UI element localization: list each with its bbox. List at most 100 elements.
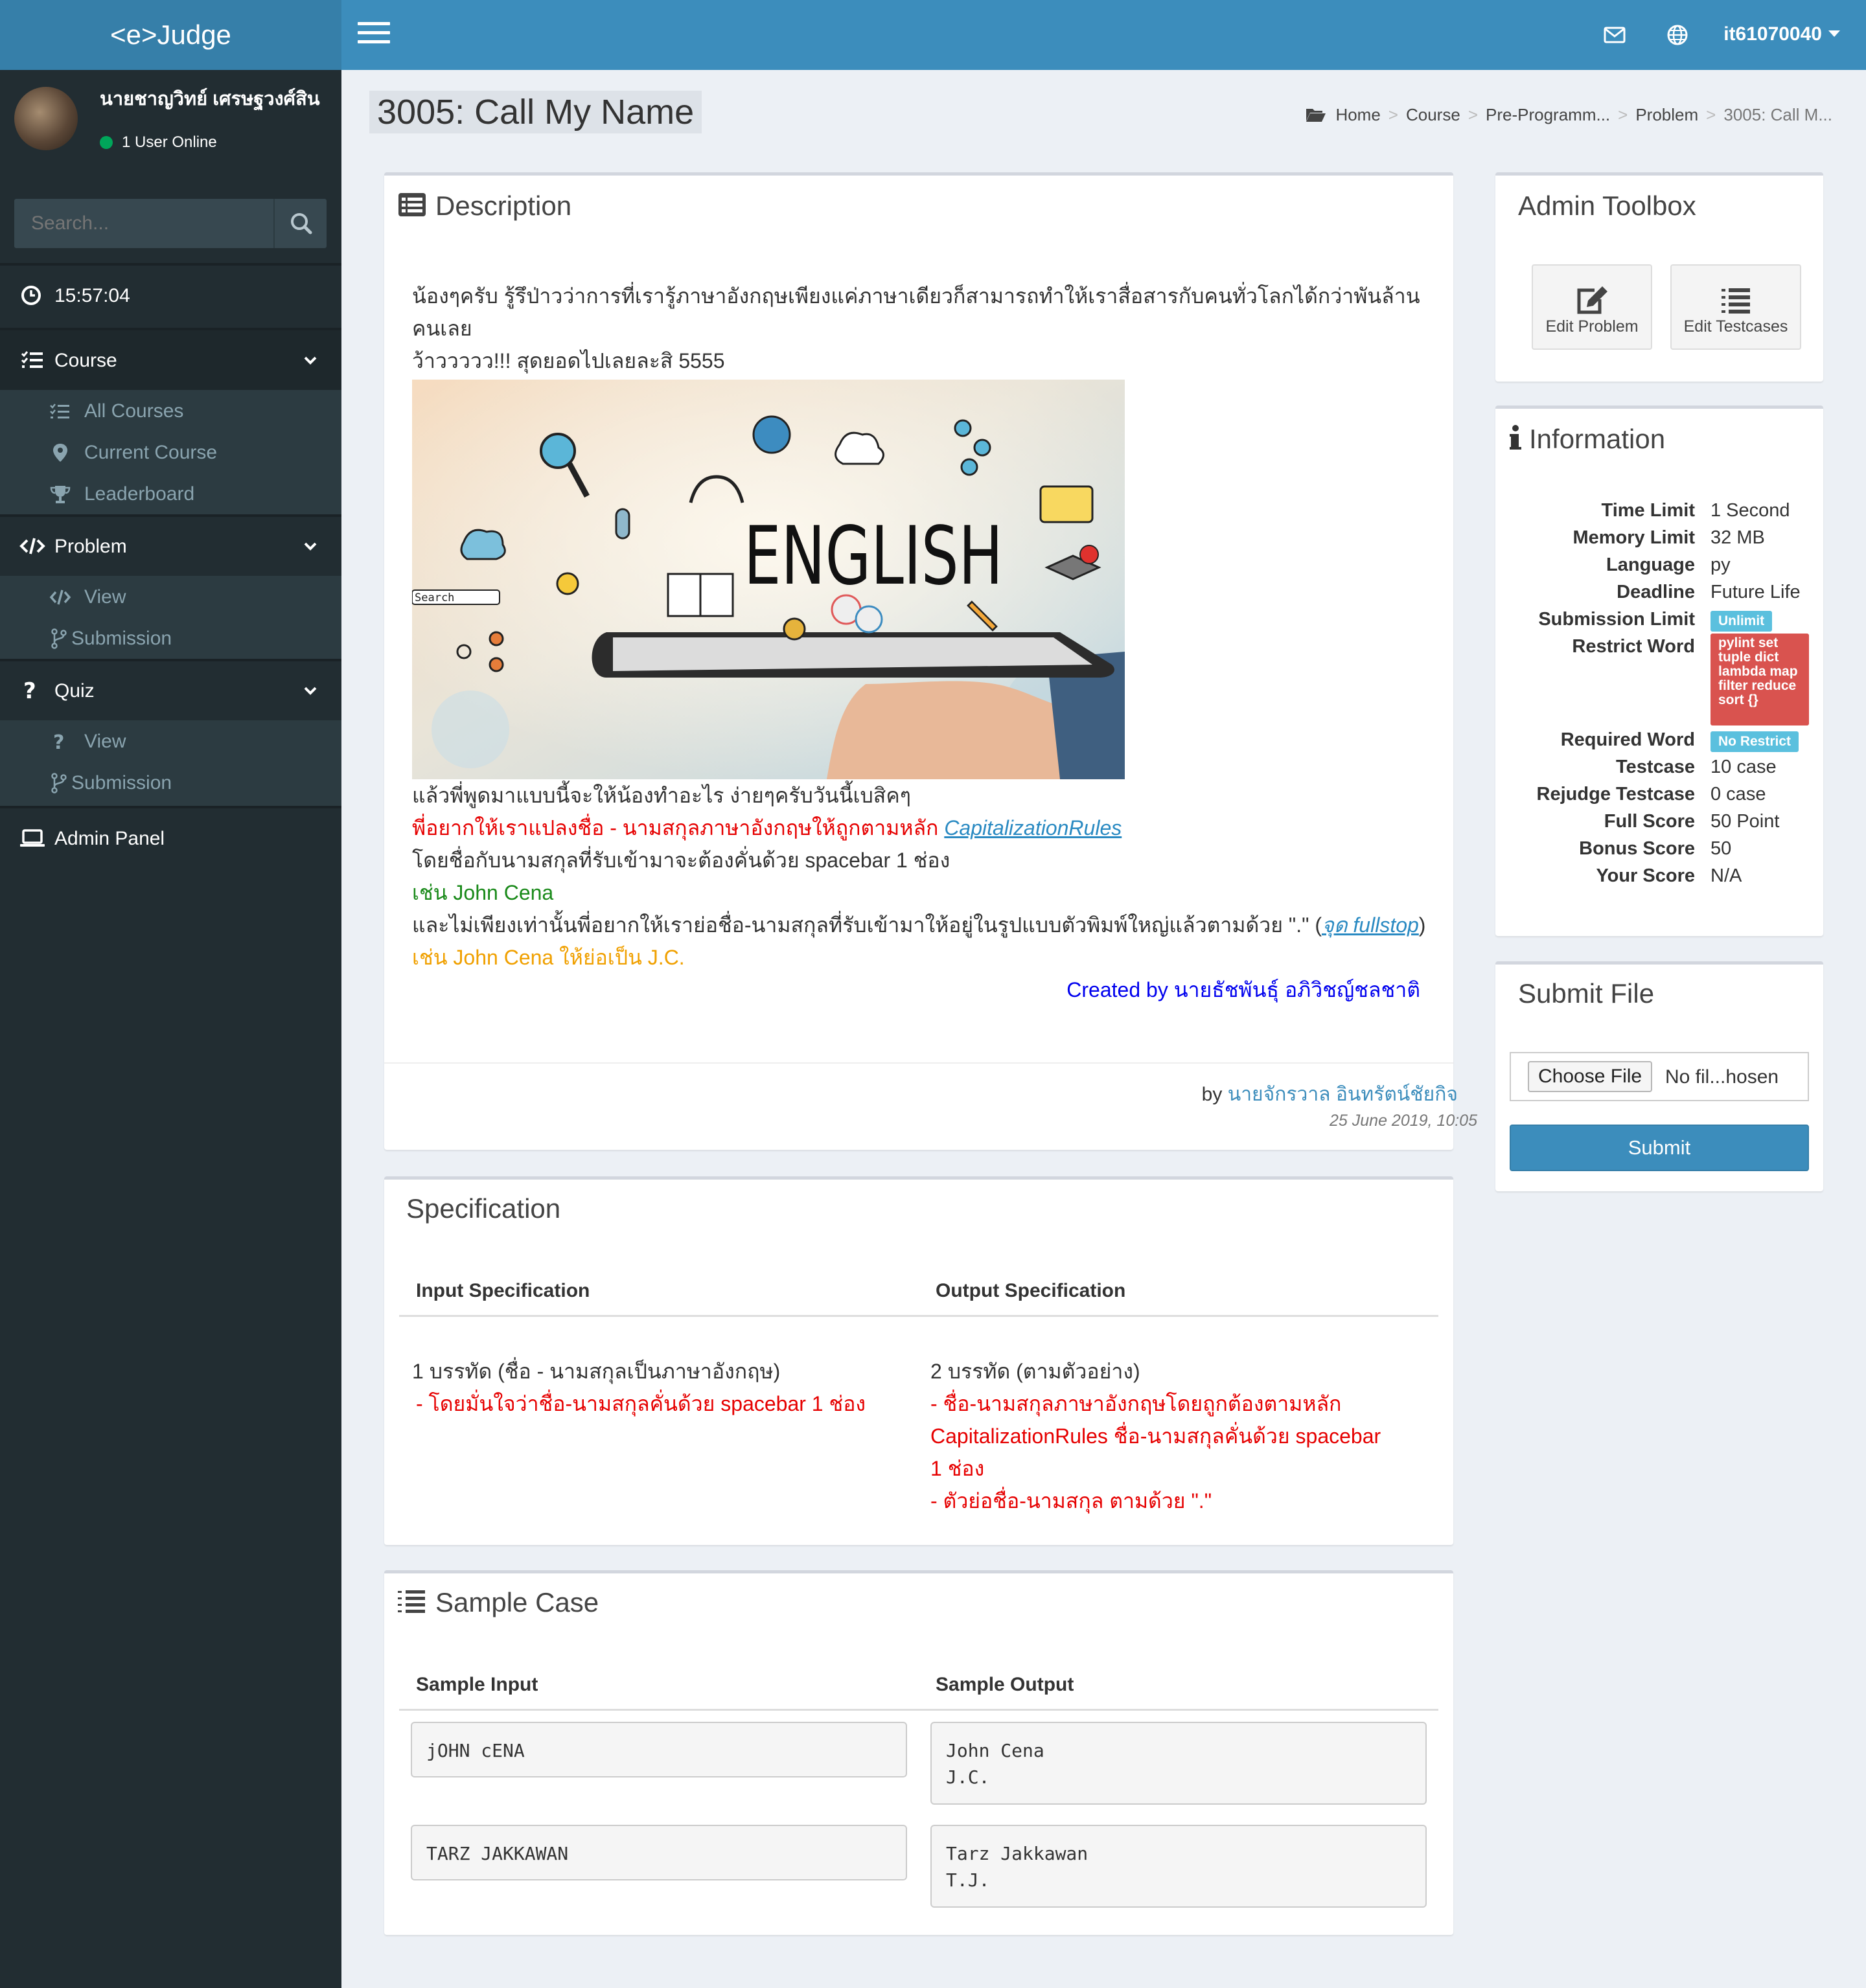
submit-button[interactable]: Submit (1510, 1125, 1809, 1171)
brand-logo[interactable]: <e>Judge (0, 0, 341, 70)
list-ol-icon (1722, 288, 1750, 314)
output-spec-line: 2 บรรทัด (ตามตัวอย่าง) (930, 1360, 1140, 1383)
sidebar-toggle-button[interactable] (358, 22, 390, 48)
info-label: Bonus Score (1579, 838, 1695, 859)
intro-exclaim: ว้าววววว!!! สุดยอดไปเลยละสิ 5555 (412, 349, 725, 372)
info-value: 1 Second (1710, 500, 1790, 521)
online-dot-icon (100, 136, 113, 149)
sidebar-item-course[interactable]: Course (0, 330, 341, 390)
breadcrumb-course[interactable]: Course (1406, 105, 1460, 124)
description-title-text: Description (435, 190, 572, 221)
sidebar-item-quiz-view[interactable]: ? View (0, 720, 341, 762)
sidebar-item-label: Submission (71, 628, 172, 649)
info-label: Required Word (1560, 729, 1695, 750)
info-value: Unlimit (1710, 609, 1773, 632)
info-full-score: Full Score 50 Point (1516, 811, 1840, 838)
sample-output-1[interactable]: John Cena J.C. (930, 1722, 1427, 1805)
sample-output-2[interactable]: Tarz Jakkawan T.J. (930, 1825, 1427, 1908)
sample-input-1[interactable]: jOHN cENA (411, 1722, 907, 1777)
search-input[interactable] (14, 199, 273, 248)
sidebar-item-label: Leaderboard (84, 483, 195, 505)
info-value: N/A (1710, 865, 1742, 886)
quiz-submenu: ? View Submission (0, 720, 341, 806)
chevron-down-icon (304, 687, 317, 695)
sidebar-item-problem-view[interactable]: View (0, 576, 341, 617)
problem-submenu: View Submission (0, 576, 341, 659)
capitalization-rules-link[interactable]: CapitalizationRules (944, 816, 1122, 840)
sample-input-2[interactable]: TARZ JAKKAWAN (411, 1825, 907, 1880)
sidebar-item-label: Submission (71, 772, 172, 794)
info-submission-limit: Submission Limit Unlimit (1516, 609, 1840, 636)
sidebar-item-problem[interactable]: Problem (0, 516, 341, 576)
sample-case-title-text: Sample Case (435, 1587, 599, 1617)
sidebar-item-label: Admin Panel (54, 828, 165, 849)
example-abbreviation: เช่น John Cena ให้ย่อเป็น J.C. (412, 946, 685, 969)
tasks-icon (21, 351, 43, 368)
example-john-cena: เช่น John Cena (412, 881, 554, 904)
sidebar-item-quiz-submission[interactable]: Submission (0, 762, 341, 803)
hamburger-bar (358, 31, 390, 34)
restrict-word-badge: pylint set tuple dict lambda map filter … (1710, 634, 1809, 726)
info-icon (1510, 425, 1521, 450)
avatar (14, 87, 78, 150)
breadcrumb-current: 3005: Call M... (1723, 105, 1832, 124)
globe-icon[interactable] (1664, 22, 1690, 48)
info-label: Restrict Word (1572, 636, 1695, 657)
admin-toolbox-title: Admin Toolbox (1518, 190, 1696, 221)
sidebar: <e>Judge นายชาญวิทย์ เศรษฐวงศ์สิน 1 User… (0, 0, 341, 1988)
edit-testcases-button[interactable]: Edit Testcases (1670, 264, 1801, 350)
sidebar-item-admin-panel[interactable]: Admin Panel (0, 808, 341, 868)
list-alt-icon (398, 193, 426, 216)
breadcrumb-problem[interactable]: Problem (1635, 105, 1698, 124)
no-restrict-badge: No Restrict (1710, 731, 1799, 752)
folder-open-icon (1306, 109, 1326, 122)
input-spec-line: 1 บรรทัด (ชื่อ - นามสกุลเป็นภาษาอังกฤษ) (412, 1360, 781, 1383)
sample-header-divider (399, 1709, 1438, 1711)
hamburger-bar (358, 22, 390, 25)
map-marker-icon (53, 444, 67, 462)
sidebar-item-current-course[interactable]: Current Course (0, 431, 341, 473)
sidebar-item-problem-submission[interactable]: Submission (0, 617, 341, 659)
envelope-icon[interactable] (1602, 22, 1628, 48)
info-bonus-score: Bonus Score 50 (1516, 838, 1840, 865)
info-label: Full Score (1604, 811, 1695, 832)
search-button[interactable] (273, 199, 327, 248)
output-spec-cell: 2 บรรทัด (ตามตัวอย่าง) - ชื่อ-นามสกุลภาษ… (930, 1355, 1384, 1517)
edit-testcases-label: Edit Testcases (1683, 317, 1788, 336)
task-capitalization-text: พี่อยากให้เราแปลงชื่อ - นามสกุลภาษาอังกฤ… (412, 816, 945, 840)
user-menu[interactable]: it61070040 (1723, 23, 1840, 45)
author-name[interactable]: นายจักรวาล อินทรัตน์ชัยกิจ (1228, 1084, 1458, 1105)
sidebar-item-quiz[interactable]: ? Quiz (0, 661, 341, 720)
breadcrumb-pre-programming[interactable]: Pre-Programm... (1486, 105, 1610, 124)
info-label: Your Score (1596, 865, 1695, 886)
user-panel: นายชาญวิทย์ เศรษฐวงศ์สิน 1 User Online (0, 70, 341, 168)
sidebar-item-all-courses[interactable]: All Courses (0, 390, 341, 431)
description-title: Description (398, 190, 571, 222)
info-value: Future Life (1710, 582, 1801, 602)
sidebar-item-leaderboard[interactable]: Leaderboard (0, 473, 341, 514)
by-prefix: by (1201, 1084, 1228, 1105)
created-by: Created by นายธัชพันธุ์ อภิวิชญ์ชลชาติ (1066, 978, 1420, 1001)
fullstop-link[interactable]: จุด fullstop (1322, 913, 1419, 937)
edit-problem-button[interactable]: Edit Problem (1532, 264, 1652, 350)
info-label: Language (1606, 554, 1695, 575)
info-testcase: Testcase 10 case (1516, 757, 1840, 784)
info-label: Testcase (1616, 757, 1695, 777)
choose-file-button[interactable]: Choose File (1528, 1061, 1653, 1092)
task-abbreviation-text: และไม่เพียงเท่านั้นพี่อยากให้เราย่อชื่อ-… (412, 913, 1322, 937)
breadcrumb-home[interactable]: Home (1335, 105, 1380, 124)
chevron-down-icon (304, 542, 317, 551)
information-title-text: Information (1529, 424, 1666, 454)
info-language: Language py (1516, 554, 1840, 582)
breadcrumb-separator: > (1618, 105, 1628, 124)
unlimit-badge: Unlimit (1710, 611, 1773, 632)
file-input[interactable]: Choose File No fil...hosen (1510, 1052, 1809, 1101)
output-spec-bullet-1: - ชื่อ-นามสกุลภาษาอังกฤษโดยถูกต้องตามหลั… (930, 1392, 1381, 1480)
author-line: by นายจักรวาล อินทรัตน์ชัยกิจ (1202, 1079, 1458, 1110)
code-fork-icon (51, 773, 67, 794)
list-ol-icon (398, 1590, 425, 1613)
clock-time: 15:57:04 (54, 285, 130, 306)
caret-down-icon (1828, 30, 1840, 37)
submit-file-title: Submit File (1518, 978, 1655, 1009)
clock-icon (21, 286, 41, 305)
